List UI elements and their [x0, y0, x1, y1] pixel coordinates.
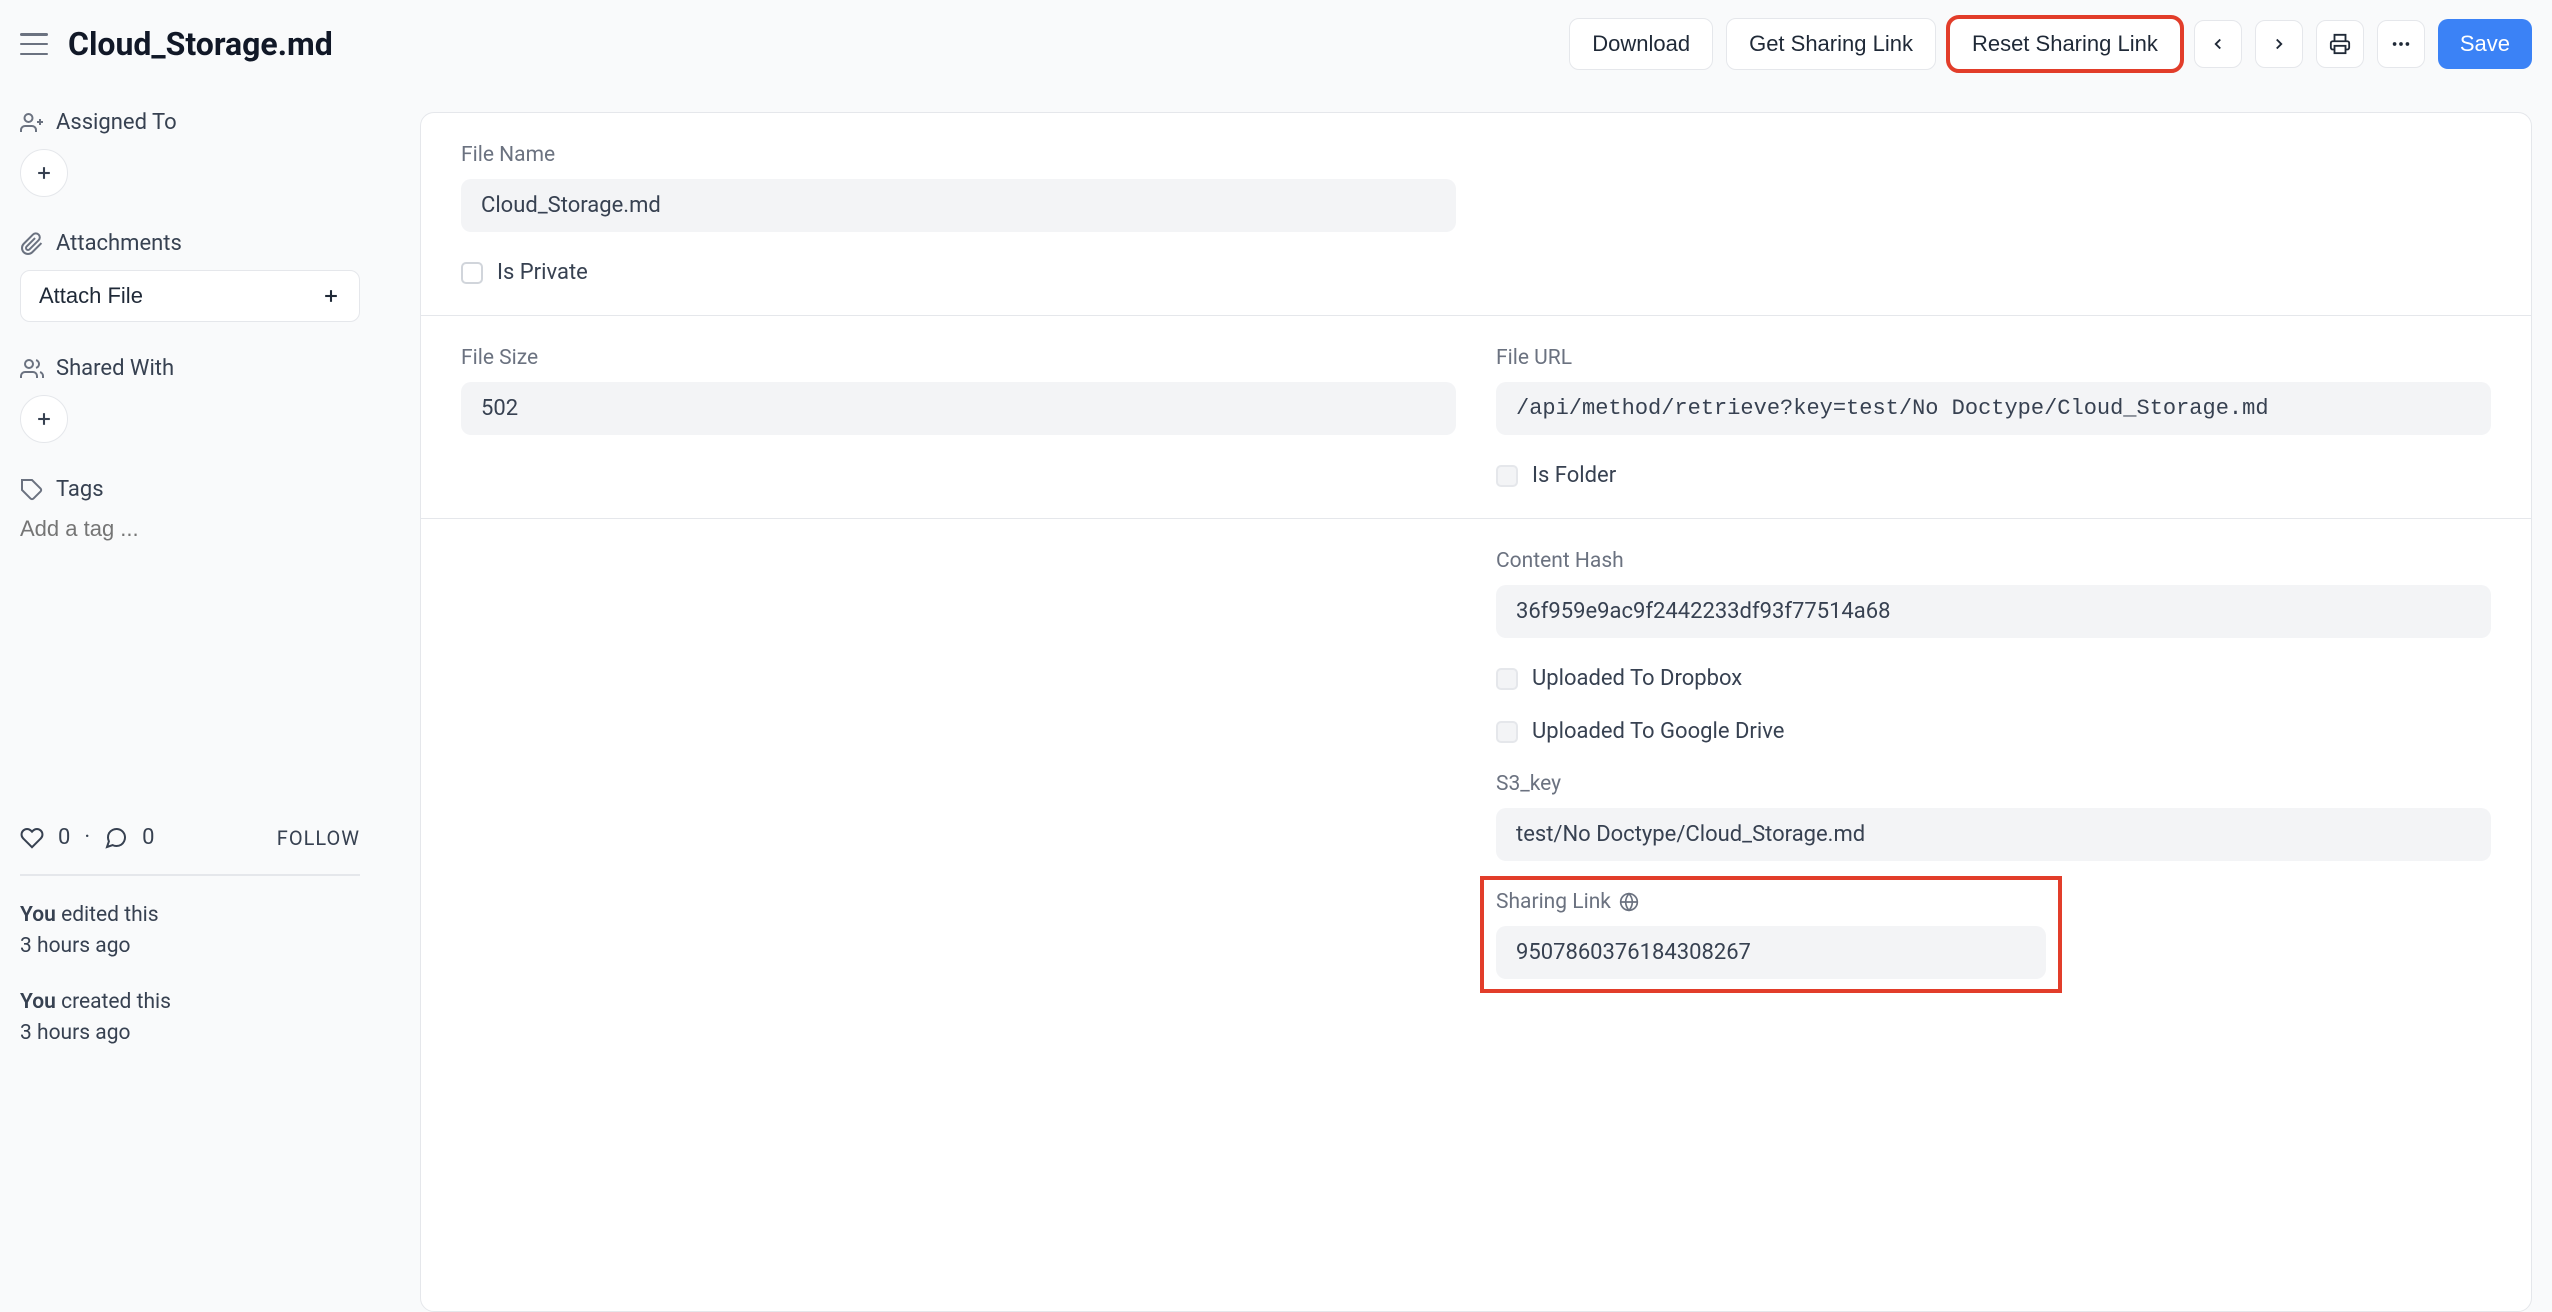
print-button[interactable]: [2316, 20, 2364, 68]
printer-icon: [2329, 33, 2351, 55]
attach-file-button[interactable]: Attach File: [20, 270, 360, 322]
activity-item: You edited this 3 hours ago: [20, 900, 360, 963]
comment-count: 0: [142, 825, 154, 850]
save-button[interactable]: Save: [2438, 19, 2532, 69]
paperclip-icon: [20, 232, 44, 256]
reset-sharing-link-button[interactable]: Reset Sharing Link: [1949, 18, 2181, 70]
s3-key-label: S3_key: [1496, 772, 2491, 796]
tag-icon: [20, 478, 44, 502]
uploaded-dropbox-label: Uploaded To Dropbox: [1532, 666, 1742, 691]
shared-with-label: Shared With: [20, 356, 380, 381]
more-button[interactable]: [2377, 20, 2425, 68]
file-name-field[interactable]: Cloud_Storage.md: [461, 179, 1456, 232]
comment-icon[interactable]: [104, 826, 128, 850]
menu-icon[interactable]: [20, 33, 48, 55]
plus-icon: [34, 163, 54, 183]
next-button[interactable]: [2255, 20, 2303, 68]
prev-button[interactable]: [2194, 20, 2242, 68]
heart-icon[interactable]: [20, 826, 44, 850]
uploaded-gdrive-label: Uploaded To Google Drive: [1532, 719, 1784, 744]
s3-key-field: test/No Doctype/Cloud_Storage.md: [1496, 808, 2491, 861]
page-title: Cloud_Storage.md: [68, 25, 333, 63]
file-url-label: File URL: [1496, 346, 2491, 370]
file-url-field[interactable]: /api/method/retrieve?key=test/No Doctype…: [1496, 382, 2491, 435]
sharing-link-field[interactable]: 9507860376184308267: [1496, 926, 2046, 979]
content-hash-label: Content Hash: [1496, 549, 2491, 573]
is-folder-checkbox: [1496, 465, 1518, 487]
plus-icon: [34, 409, 54, 429]
attachments-label: Attachments: [20, 231, 380, 256]
get-sharing-link-button[interactable]: Get Sharing Link: [1726, 18, 1936, 70]
sharing-link-label: Sharing Link: [1496, 890, 2046, 914]
file-size-label: File Size: [461, 346, 1456, 370]
chevron-right-icon: [2270, 35, 2288, 53]
follow-button[interactable]: FOLLOW: [277, 826, 360, 850]
file-name-label: File Name: [461, 143, 1456, 167]
dots-icon: [2390, 33, 2412, 55]
globe-icon: [1619, 892, 1639, 912]
content-hash-field: 36f959e9ac9f2442233df93f77514a68: [1496, 585, 2491, 638]
download-button[interactable]: Download: [1569, 18, 1713, 70]
uploaded-gdrive-checkbox: [1496, 721, 1518, 743]
user-plus-icon: [20, 111, 44, 135]
is-folder-label: Is Folder: [1532, 463, 1616, 488]
plus-icon: [321, 286, 341, 306]
is-private-checkbox[interactable]: [461, 262, 483, 284]
is-private-label: Is Private: [497, 260, 588, 285]
file-size-field: 502: [461, 382, 1456, 435]
assigned-to-label: Assigned To: [20, 110, 380, 135]
tag-input[interactable]: [20, 516, 380, 542]
tags-label: Tags: [20, 477, 380, 502]
activity-item: You created this 3 hours ago: [20, 987, 360, 1050]
uploaded-dropbox-checkbox: [1496, 668, 1518, 690]
add-shared-button[interactable]: [20, 395, 68, 443]
like-count: 0: [58, 825, 70, 850]
chevron-left-icon: [2209, 35, 2227, 53]
users-icon: [20, 357, 44, 381]
add-assignee-button[interactable]: [20, 149, 68, 197]
